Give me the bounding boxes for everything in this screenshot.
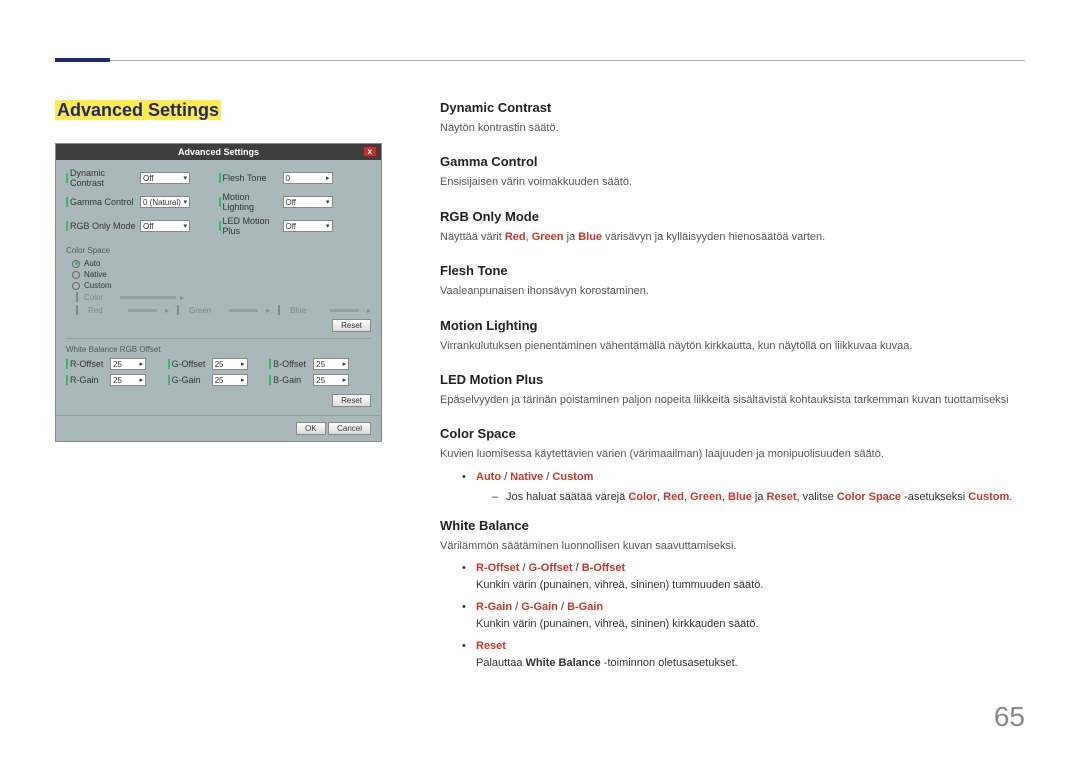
desc-led-motion-plus: Epäselvyyden ja tärinän poistaminen palj… xyxy=(440,393,1025,408)
slider-green[interactable] xyxy=(229,309,258,312)
lbl-led-motion: LED Motion Plus xyxy=(223,216,283,236)
lbl-bgain: B-Gain xyxy=(273,375,313,385)
color-space-header: Color Space xyxy=(66,246,371,255)
desc-motion-lighting: Virrankulutuksen pienentäminen vähentämä… xyxy=(440,339,1025,354)
header-rule-bold xyxy=(55,58,110,62)
lbl-flesh-tone: Flesh Tone xyxy=(223,173,283,183)
lbl-roffset: R-Offset xyxy=(70,359,110,369)
bullet-color-space-opts: Auto / Native / Custom Jos haluat säätää… xyxy=(462,469,1025,506)
ok-button[interactable]: OK xyxy=(296,422,326,435)
lbl-rgb-only: RGB Only Mode xyxy=(70,221,140,231)
slider-red[interactable] xyxy=(128,309,157,312)
lbl-dynamic-contrast: Dynamic Contrast xyxy=(70,168,140,188)
radio-custom[interactable]: Custom xyxy=(72,281,371,290)
radio-auto[interactable]: Auto xyxy=(72,259,371,268)
bullet-wb-gain: R-Gain / G-Gain / B-Gain Kunkin värin (p… xyxy=(462,599,1025,632)
bullet-wb-reset: Reset Palauttaa White Balance -toiminnon… xyxy=(462,638,1025,671)
sel-roffset[interactable]: 25▸ xyxy=(110,358,146,370)
dialog-top-grid: Dynamic ContrastOff▾ Flesh Tone0▸ Gamma … xyxy=(66,168,371,240)
reset-colorspace-button[interactable]: Reset xyxy=(332,319,371,332)
lbl-red-slider: Red xyxy=(88,306,120,315)
sel-goffset[interactable]: 25▸ xyxy=(212,358,248,370)
desc-white-balance: Värilämmön säätäminen luonnollisen kuvan… xyxy=(440,539,1025,554)
sel-dynamic-contrast[interactable]: Off▾ xyxy=(140,172,190,184)
lbl-gamma: Gamma Control xyxy=(70,197,140,207)
h-led-motion-plus: LED Motion Plus xyxy=(440,372,1025,387)
h-flesh-tone: Flesh Tone xyxy=(440,263,1025,278)
lbl-blue-slider: Blue xyxy=(290,306,322,315)
lbl-green-slider: Green xyxy=(189,306,221,315)
dialog-window: Advanced Settings x Dynamic ContrastOff▾… xyxy=(55,143,382,442)
h-motion-lighting: Motion Lighting xyxy=(440,318,1025,333)
dialog-title-text: Advanced Settings xyxy=(178,147,259,157)
desc-flesh-tone: Vaaleanpunaisen ihonsävyn korostaminen. xyxy=(440,284,1025,299)
lbl-ggain: G-Gain xyxy=(172,375,212,385)
lbl-rgain: R-Gain xyxy=(70,375,110,385)
lbl-goffset: G-Offset xyxy=(172,359,212,369)
wb-header: White Balance RGB Offset xyxy=(66,345,371,354)
sel-boffset[interactable]: 25▸ xyxy=(313,358,349,370)
sel-flesh-tone[interactable]: 0▸ xyxy=(283,172,333,184)
h-rgb-only: RGB Only Mode xyxy=(440,209,1025,224)
header-rule xyxy=(55,60,1025,61)
slider-color[interactable] xyxy=(120,296,176,299)
sel-motion-lighting[interactable]: Off▾ xyxy=(283,196,333,208)
sub-color-space: Jos haluat säätää värejä Color, Red, Gre… xyxy=(492,489,1025,506)
slider-blue[interactable] xyxy=(330,309,359,312)
cancel-button[interactable]: Cancel xyxy=(328,422,371,435)
section-title: Advanced Settings xyxy=(55,100,221,120)
h-white-balance: White Balance xyxy=(440,518,1025,533)
page-number: 65 xyxy=(994,701,1025,733)
sel-gamma[interactable]: 0 (Natural)▾ xyxy=(140,196,190,208)
dialog-titlebar: Advanced Settings x xyxy=(56,144,381,160)
lbl-boffset: B-Offset xyxy=(273,359,313,369)
h-color-space: Color Space xyxy=(440,426,1025,441)
sel-rgain[interactable]: 25▸ xyxy=(110,374,146,386)
sel-bgain[interactable]: 25▸ xyxy=(313,374,349,386)
bullet-wb-offset: R-Offset / G-Offset / B-Offset Kunkin vä… xyxy=(462,560,1025,593)
close-icon[interactable]: x xyxy=(363,146,377,157)
h-dynamic-contrast: Dynamic Contrast xyxy=(440,100,1025,115)
desc-color-space: Kuvien luomisessa käytettävien värien (v… xyxy=(440,447,1025,462)
lbl-motion-lighting: Motion Lighting xyxy=(223,192,283,212)
desc-gamma: Ensisijaisen värin voimakkuuden säätö. xyxy=(440,175,1025,190)
radio-native[interactable]: Native xyxy=(72,270,371,279)
reset-wb-button[interactable]: Reset xyxy=(332,394,371,407)
sel-led-motion[interactable]: Off▾ xyxy=(283,220,333,232)
content-column: Dynamic Contrast Näytön kontrastin säätö… xyxy=(440,100,1025,683)
sel-rgb-only[interactable]: Off▾ xyxy=(140,220,190,232)
desc-dynamic-contrast: Näytön kontrastin säätö. xyxy=(440,121,1025,136)
desc-rgb-only: Näyttää värit Red, Green ja Blue värisäv… xyxy=(440,230,1025,245)
lbl-color-slider: Color xyxy=(84,293,116,302)
sel-ggain[interactable]: 25▸ xyxy=(212,374,248,386)
h-gamma: Gamma Control xyxy=(440,154,1025,169)
